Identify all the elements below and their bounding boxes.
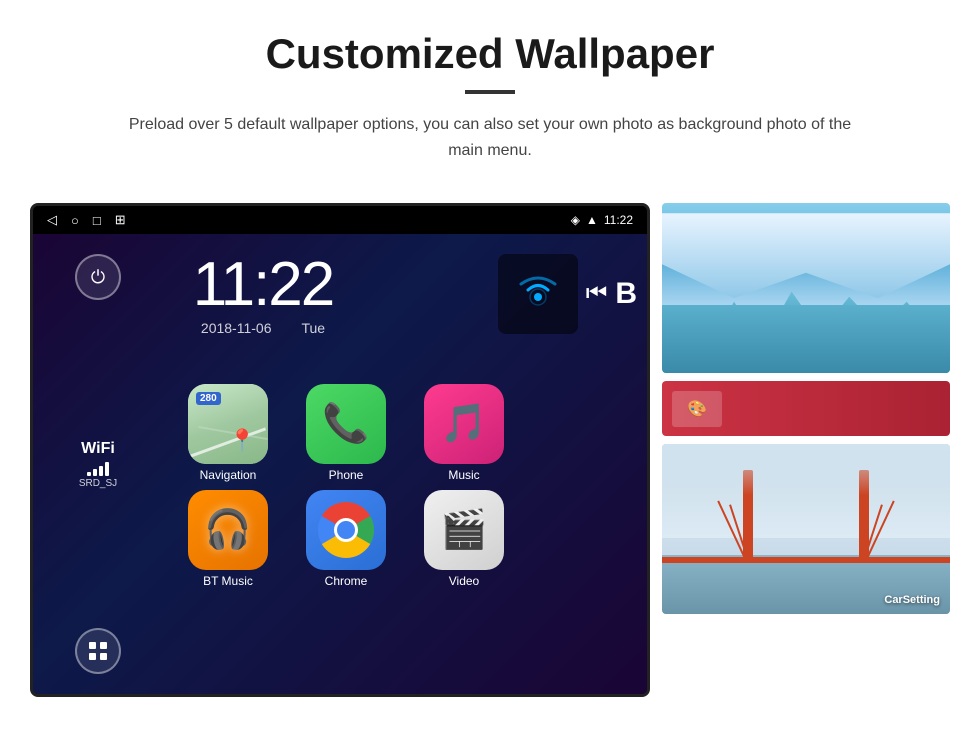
strip-icon: 🎨: [687, 399, 707, 419]
btmusic-label: BT Music: [203, 574, 253, 588]
btmusic-icon: 🎧: [188, 490, 268, 570]
music-symbol: 🎵: [440, 402, 487, 446]
wifi-signal-icon: [513, 269, 563, 319]
app-chrome[interactable]: Chrome: [291, 490, 401, 588]
wifi-bar-4: [105, 462, 109, 476]
app-phone[interactable]: 📞 Phone: [291, 384, 401, 482]
app-navigation[interactable]: 280 📍 Navigation: [173, 384, 283, 482]
home-screen: ⏻ WiFi SRD_SJ: [33, 234, 647, 694]
power-button[interactable]: ⏻: [75, 254, 121, 300]
chrome-symbol: [318, 502, 374, 558]
app-grid: 280 📍 Navigation 📞 Phone: [163, 384, 529, 588]
video-symbol: 🎬: [440, 508, 487, 552]
bridge-fog: [662, 444, 950, 495]
top-widgets: ⏮ B: [498, 254, 637, 334]
wifi-widget: WiFi SRD_SJ: [79, 440, 117, 489]
back-icon[interactable]: ◁: [47, 212, 57, 228]
location-icon: ◈: [571, 213, 580, 227]
navigation-icon: 280 📍: [188, 384, 268, 464]
skip-back-button[interactable]: ⏮: [586, 280, 608, 308]
signal-icon: ▲: [586, 213, 598, 227]
strip-preview: 🎨: [672, 391, 722, 427]
music-icon: 🎵: [424, 384, 504, 464]
wallpaper-ice[interactable]: [662, 203, 950, 373]
navigation-label: Navigation: [200, 468, 257, 482]
power-icon: ⏻: [91, 267, 105, 288]
wifi-bars: [79, 460, 117, 476]
chrome-label: Chrome: [325, 574, 368, 588]
bluetooth-symbol: 🎧: [204, 508, 251, 552]
content-area: ◁ ○ □ ⊞ ◈ ▲ 11:22 ⏻ WiFi: [0, 183, 980, 727]
status-right-icons: ◈ ▲ 11:22: [571, 213, 633, 227]
left-sidebar: ⏻ WiFi SRD_SJ: [33, 234, 163, 694]
phone-label: Phone: [329, 468, 364, 482]
media-letter-b: B: [615, 277, 637, 310]
bridge-deck: [662, 557, 950, 563]
wifi-ssid: SRD_SJ: [79, 478, 117, 489]
wifi-bar-3: [99, 466, 103, 476]
page-title: Customized Wallpaper: [80, 30, 900, 78]
title-divider: [465, 90, 515, 94]
app-music[interactable]: 🎵 Music: [409, 384, 519, 482]
clock-date: 2018-11-06 Tue: [163, 320, 363, 336]
status-nav-icons: ◁ ○ □ ⊞: [47, 212, 126, 228]
recents-icon[interactable]: □: [93, 213, 101, 228]
music-label: Music: [448, 468, 479, 482]
device-mockup: ◁ ○ □ ⊞ ◈ ▲ 11:22 ⏻ WiFi: [30, 203, 650, 697]
wallpaper-bridge[interactable]: CarSetting: [662, 444, 950, 614]
wifi-widget-box: [498, 254, 578, 334]
home-icon[interactable]: ○: [71, 213, 79, 228]
status-time: 11:22: [604, 213, 633, 227]
wallpaper-panel: 🎨 CarSetting: [662, 203, 950, 614]
status-bar: ◁ ○ □ ⊞ ◈ ▲ 11:22: [33, 206, 647, 234]
page-subtitle: Preload over 5 default wallpaper options…: [115, 112, 865, 163]
nav-pin-icon: 📍: [229, 428, 256, 454]
chrome-icon: [306, 490, 386, 570]
phone-symbol: 📞: [322, 402, 369, 446]
carsetting-overlay-label: CarSetting: [884, 594, 940, 606]
screenshot-icon[interactable]: ⊞: [115, 212, 126, 228]
grid-icon: [87, 640, 109, 662]
grid-button[interactable]: [75, 628, 121, 674]
nav-badge: 280: [196, 392, 221, 405]
clock-time: 11:22: [163, 254, 363, 316]
clock-day-value: Tue: [301, 320, 325, 336]
app-video[interactable]: 🎬 Video: [409, 490, 519, 588]
video-label: Video: [449, 574, 479, 588]
wallpaper-strip[interactable]: 🎨: [662, 381, 950, 436]
wifi-bar-1: [87, 472, 91, 476]
page-header: Customized Wallpaper Preload over 5 defa…: [0, 0, 980, 183]
wifi-label: WiFi: [79, 440, 117, 458]
clock-area: 11:22 2018-11-06 Tue: [163, 254, 363, 336]
video-icon: 🎬: [424, 490, 504, 570]
clock-date-value: 2018-11-06: [201, 320, 272, 336]
wifi-bar-2: [93, 469, 97, 476]
app-btmusic[interactable]: 🎧 BT Music: [173, 490, 283, 588]
phone-icon: 📞: [306, 384, 386, 464]
